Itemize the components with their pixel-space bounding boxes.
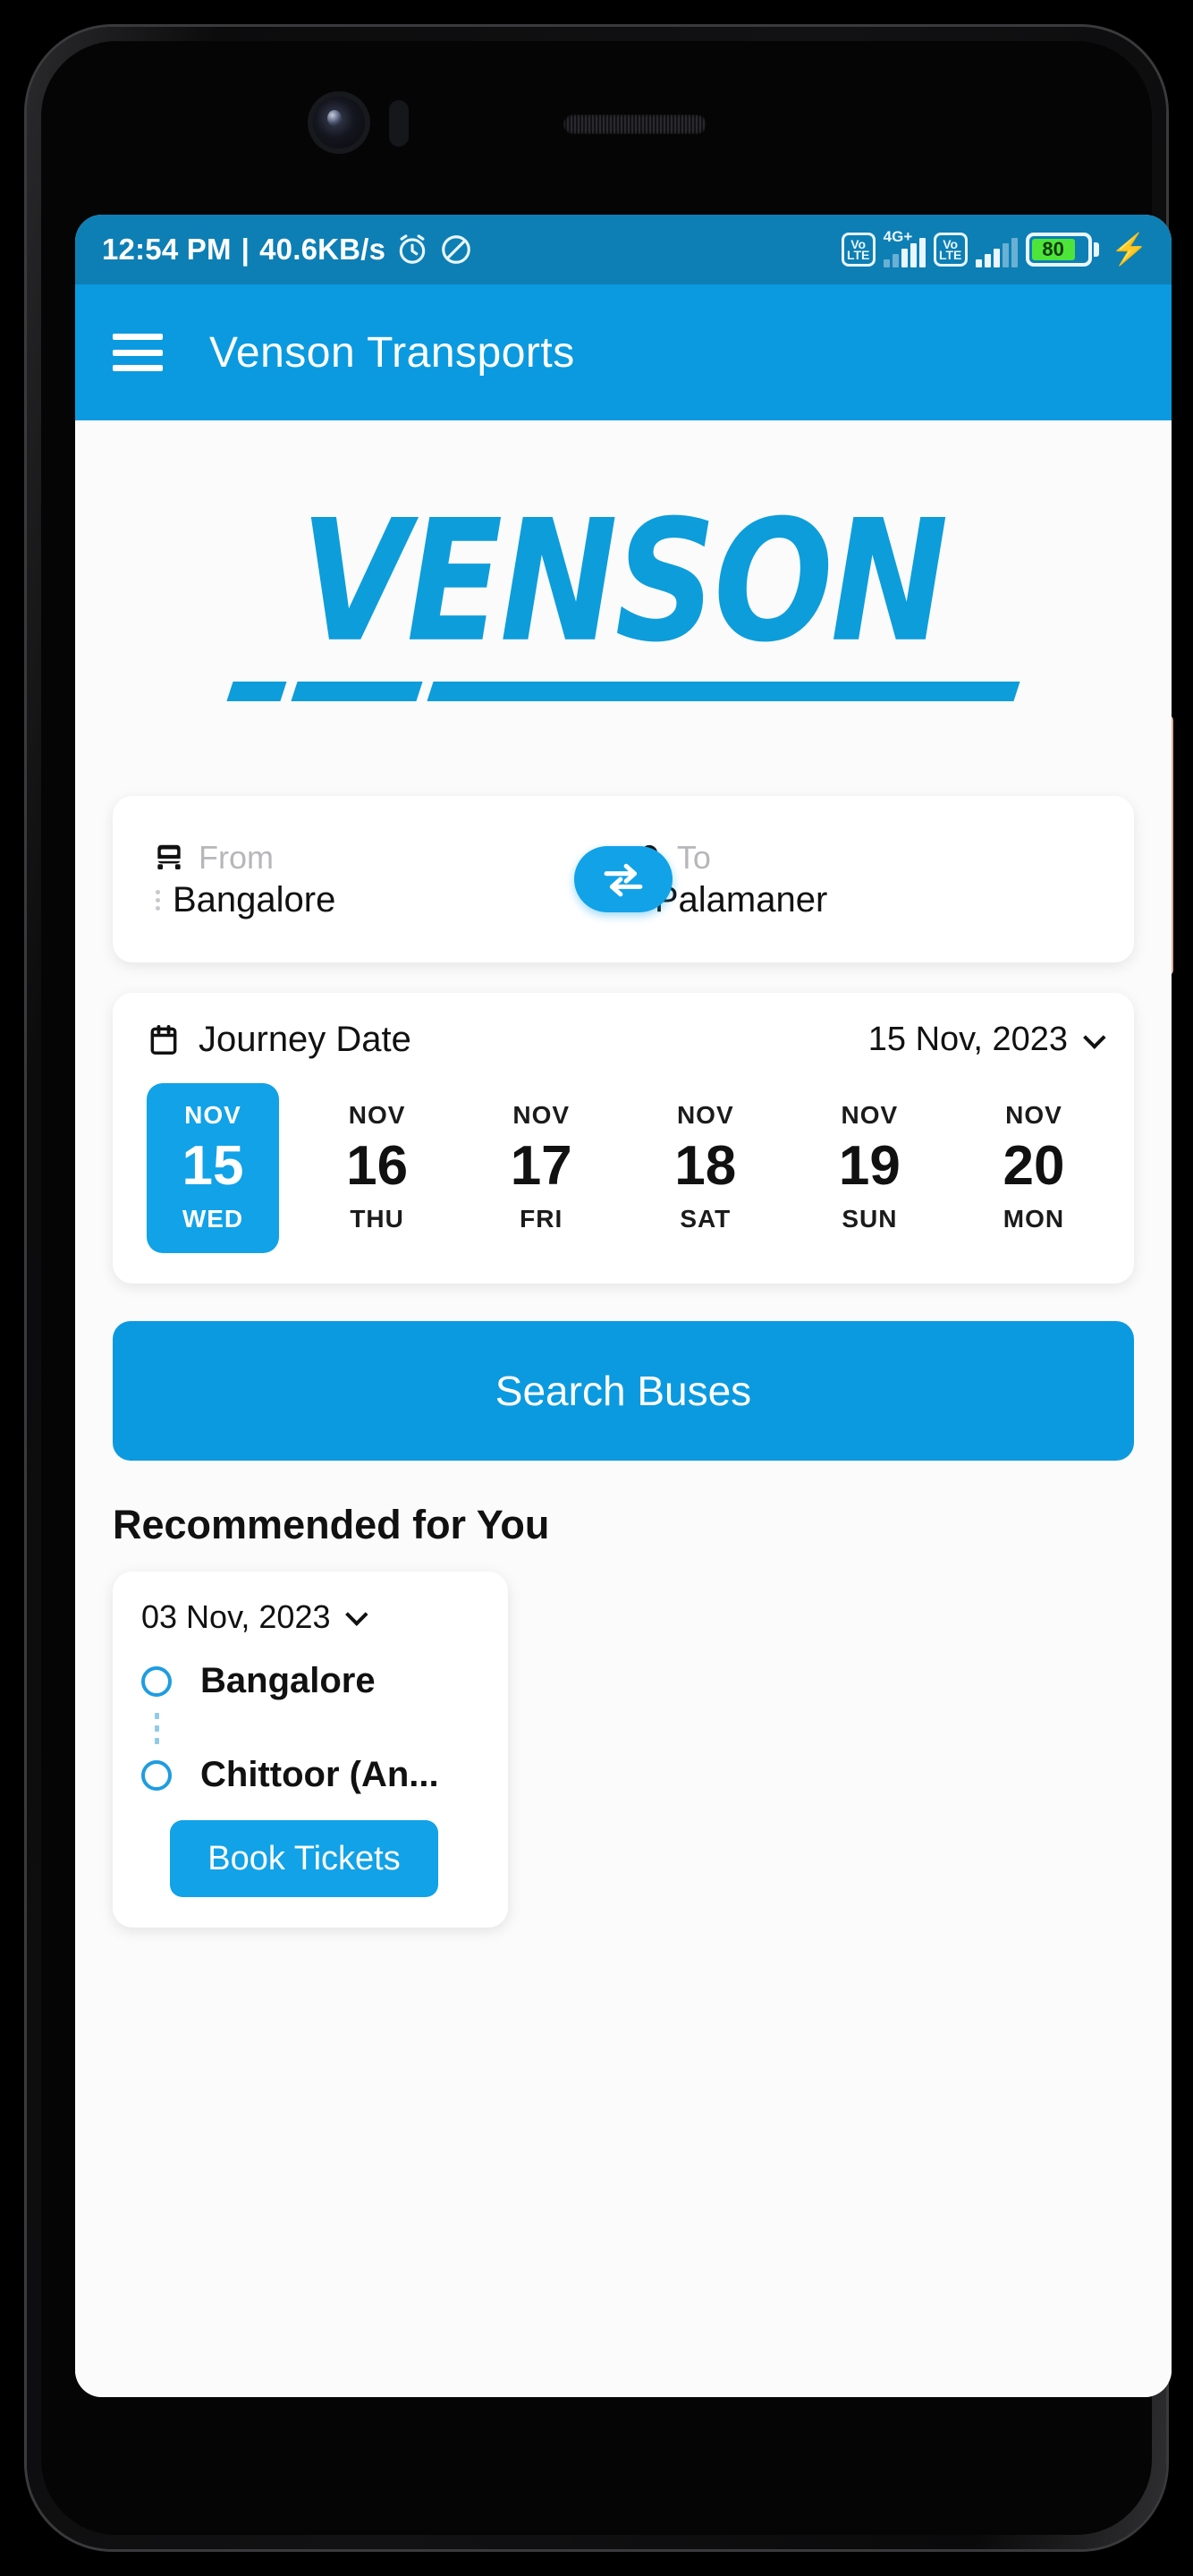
- journey-date-value: 15 Nov, 2023: [867, 1021, 1068, 1058]
- date-dow: SAT: [680, 1205, 732, 1233]
- date-day: 20: [1003, 1135, 1065, 1197]
- from-value-row: Bangalore: [152, 880, 586, 920]
- earpiece-speaker: [563, 114, 706, 134]
- date-cell-18[interactable]: NOV 18 SAT: [639, 1083, 772, 1253]
- route-connector-icon: [155, 1701, 479, 1755]
- volte2-line2: LTE: [938, 248, 962, 262]
- status-bar: 12:54 PM | 40.6KB/s Vo LTE 4G+ Vo LTE 80…: [75, 215, 1172, 284]
- status-bar-left: 12:54 PM | 40.6KB/s: [102, 233, 473, 267]
- date-day: 19: [838, 1135, 901, 1197]
- journey-date-card: Journey Date 15 Nov, 2023 NOV 15 WED NOV: [113, 993, 1134, 1284]
- origin-dot-icon: [141, 1665, 172, 1697]
- app-title: Venson Transports: [209, 328, 575, 377]
- status-bar-right: Vo LTE 4G+ Vo LTE 80 ⚡: [841, 228, 1148, 267]
- sim2-signal-icon: [975, 232, 1018, 267]
- swap-button[interactable]: [574, 846, 673, 912]
- destination-dot-icon: [141, 1759, 172, 1791]
- hamburger-menu-icon[interactable]: [113, 334, 163, 371]
- date-day: 18: [674, 1135, 737, 1197]
- recommendation-origin-row: Bangalore: [141, 1661, 479, 1701]
- venson-logo-text: VENSON: [300, 485, 949, 680]
- to-value: Palamaner: [654, 879, 828, 919]
- volte-line2: LTE: [846, 248, 870, 262]
- date-dow: FRI: [520, 1205, 563, 1233]
- date-dow: MON: [1003, 1205, 1065, 1233]
- date-cell-17[interactable]: NOV 17 FRI: [475, 1083, 607, 1253]
- swap-arrows-icon: [604, 863, 643, 897]
- bus-icon: [156, 844, 182, 869]
- date-month: NOV: [676, 1101, 734, 1129]
- recommendation-destination-row: Chittoor (An...: [141, 1755, 479, 1795]
- front-camera-icon: [313, 97, 365, 148]
- date-day: 16: [346, 1135, 409, 1197]
- network-type-label: 4G+: [883, 228, 913, 245]
- date-cell-20[interactable]: NOV 20 MON: [968, 1083, 1100, 1253]
- do-not-disturb-icon: [442, 235, 470, 264]
- status-separator: |: [241, 233, 250, 266]
- journey-date-label: Journey Date: [199, 1020, 411, 1059]
- chevron-down-icon: [345, 1603, 369, 1626]
- charging-bolt-icon: ⚡: [1110, 233, 1148, 267]
- logo-speed-stripes: [226, 682, 1020, 701]
- recommendation-destination: Chittoor (An...: [200, 1755, 439, 1794]
- sim1-volte-icon: Vo LTE: [841, 233, 876, 267]
- from-value: Bangalore: [173, 879, 336, 919]
- brand-logo: VENSON: [75, 420, 1172, 796]
- alarm-icon: [399, 234, 426, 264]
- sensor-bar: [27, 63, 1166, 188]
- status-time: 12:54 PM: [102, 233, 232, 266]
- recommended-section-title: Recommended for You: [113, 1502, 550, 1547]
- battery-indicator: 80: [1025, 233, 1099, 267]
- to-value-row: Palamaner: [634, 880, 1020, 920]
- book-tickets-button[interactable]: Book Tickets: [170, 1820, 438, 1897]
- battery-cap: [1093, 242, 1099, 257]
- date-month: NOV: [348, 1101, 406, 1129]
- from-dots-icon: [152, 889, 160, 911]
- from-field[interactable]: From Bangalore: [152, 839, 586, 920]
- date-day: 17: [510, 1135, 572, 1197]
- date-cell-19[interactable]: NOV 19 SUN: [803, 1083, 935, 1253]
- date-dow: SUN: [842, 1205, 898, 1233]
- date-month: NOV: [1005, 1101, 1062, 1129]
- main-content: VENSON From Bangalore To Palamaner Journ…: [75, 420, 1172, 2397]
- sim1-signal-icon: 4G+: [883, 228, 926, 267]
- recommendation-card[interactable]: 03 Nov, 2023 Bangalore Chittoor (An... B…: [113, 1572, 508, 1928]
- date-dow: WED: [182, 1205, 244, 1233]
- phone-frame: 12:54 PM | 40.6KB/s Vo LTE 4G+ Vo LTE 80…: [27, 27, 1173, 2549]
- recommendation-date: 03 Nov, 2023: [141, 1598, 331, 1635]
- journey-date-selector[interactable]: 15 Nov, 2023: [867, 1021, 1106, 1059]
- date-day: 15: [182, 1135, 244, 1197]
- journey-date-header: Journey Date 15 Nov, 2023: [147, 1020, 1106, 1060]
- phone-screen: 12:54 PM | 40.6KB/s Vo LTE 4G+ Vo LTE 80…: [75, 215, 1172, 2397]
- search-buses-button[interactable]: Search Buses: [113, 1321, 1134, 1461]
- chevron-down-icon: [1083, 1025, 1106, 1049]
- calendar-icon: [150, 1024, 177, 1055]
- recommended-list: 03 Nov, 2023 Bangalore Chittoor (An... B…: [75, 1572, 1172, 1928]
- network-speed: 40.6KB/s: [259, 233, 386, 266]
- recommendation-origin: Bangalore: [200, 1661, 376, 1700]
- date-dow: THU: [350, 1205, 404, 1233]
- recommendation-date-selector[interactable]: 03 Nov, 2023: [141, 1598, 479, 1636]
- date-cell-15[interactable]: NOV 15 WED: [147, 1083, 279, 1253]
- date-month: NOV: [841, 1101, 899, 1129]
- date-month: NOV: [184, 1101, 241, 1129]
- date-month: NOV: [512, 1101, 571, 1129]
- battery-level: 80: [1031, 238, 1075, 260]
- proximity-sensor-icon: [389, 100, 409, 147]
- from-label: From: [199, 838, 274, 876]
- date-strip[interactable]: NOV 15 WED NOV 16 THU NOV 17 FRI NOV 18 …: [147, 1083, 1100, 1253]
- to-label: To: [676, 838, 711, 876]
- route-search-card: From Bangalore To Palamaner: [113, 796, 1134, 962]
- date-cell-16[interactable]: NOV 16 THU: [311, 1083, 444, 1253]
- sim2-volte-icon: Vo LTE: [933, 233, 968, 267]
- app-bar: Venson Transports: [75, 284, 1172, 420]
